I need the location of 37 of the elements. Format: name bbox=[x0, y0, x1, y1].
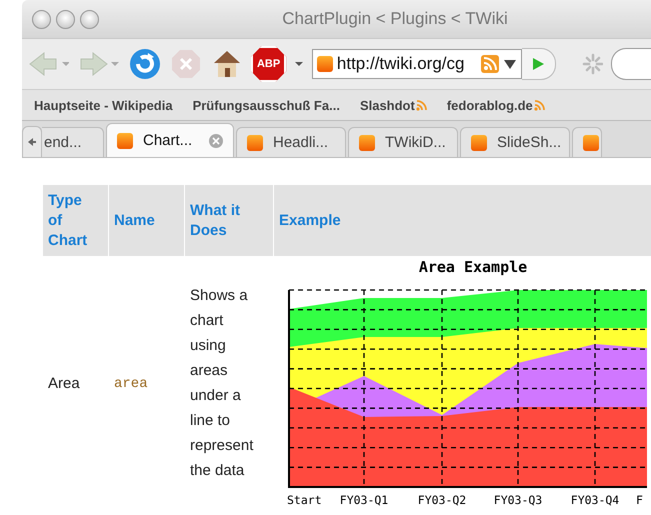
table-cell-text: Shows a chart using areas under a line to represent the data bbox=[190, 286, 254, 481]
bookmark-link[interactable]: Prüfungsausschuß Fa... bbox=[192, 98, 340, 112]
play-icon bbox=[530, 56, 546, 72]
dropdown-arrow-icon[interactable] bbox=[502, 58, 517, 70]
browser-tab[interactable]: Chart... bbox=[106, 123, 234, 157]
browser-tab[interactable]: SlideSh... bbox=[460, 127, 570, 157]
axis-label: FY03-Q2 bbox=[418, 493, 466, 507]
axis-label: Start bbox=[287, 493, 322, 507]
adblock-button[interactable]: ABP bbox=[251, 46, 286, 82]
axis-label: FY03-Q3 bbox=[494, 493, 542, 507]
go-button[interactable] bbox=[522, 48, 556, 80]
window-control-button[interactable] bbox=[32, 10, 51, 28]
reload-button[interactable] bbox=[128, 47, 161, 81]
bookmark-link[interactable]: fedorablog.de bbox=[446, 98, 545, 112]
tab-scroll-button[interactable] bbox=[22, 126, 42, 157]
axis-label: FY03-Q4 bbox=[570, 493, 620, 507]
caret-icon[interactable] bbox=[294, 59, 304, 69]
site-icon bbox=[316, 56, 333, 72]
chart-title: Area Example bbox=[418, 258, 528, 276]
axis-label: FY03-Q1 bbox=[340, 493, 388, 507]
window-title: ChartPlugin < Plugins < TWiki bbox=[281, 9, 509, 29]
bookmark-link[interactable]: Slashdot bbox=[360, 98, 427, 112]
window-control-button[interactable] bbox=[80, 10, 99, 28]
browser-tab[interactable]: end... bbox=[42, 127, 104, 157]
address-field[interactable]: http://twiki.org/cg bbox=[312, 49, 522, 79]
window-control-button[interactable] bbox=[56, 10, 75, 28]
browser-tab[interactable]: TWikiD... bbox=[348, 127, 458, 157]
loading-spinner-icon bbox=[582, 53, 604, 75]
table-cell: Area bbox=[48, 374, 80, 392]
browser-tab[interactable] bbox=[572, 127, 602, 157]
table-cell: area bbox=[114, 376, 148, 392]
bookmark-link[interactable]: Hauptseite - Wikipedia bbox=[34, 98, 173, 112]
close-icon[interactable] bbox=[209, 134, 223, 148]
search-field[interactable] bbox=[611, 48, 651, 80]
browser-tab[interactable]: Headli... bbox=[236, 127, 346, 157]
arrow-icon bbox=[27, 137, 37, 147]
axis-label: F bbox=[636, 493, 643, 507]
